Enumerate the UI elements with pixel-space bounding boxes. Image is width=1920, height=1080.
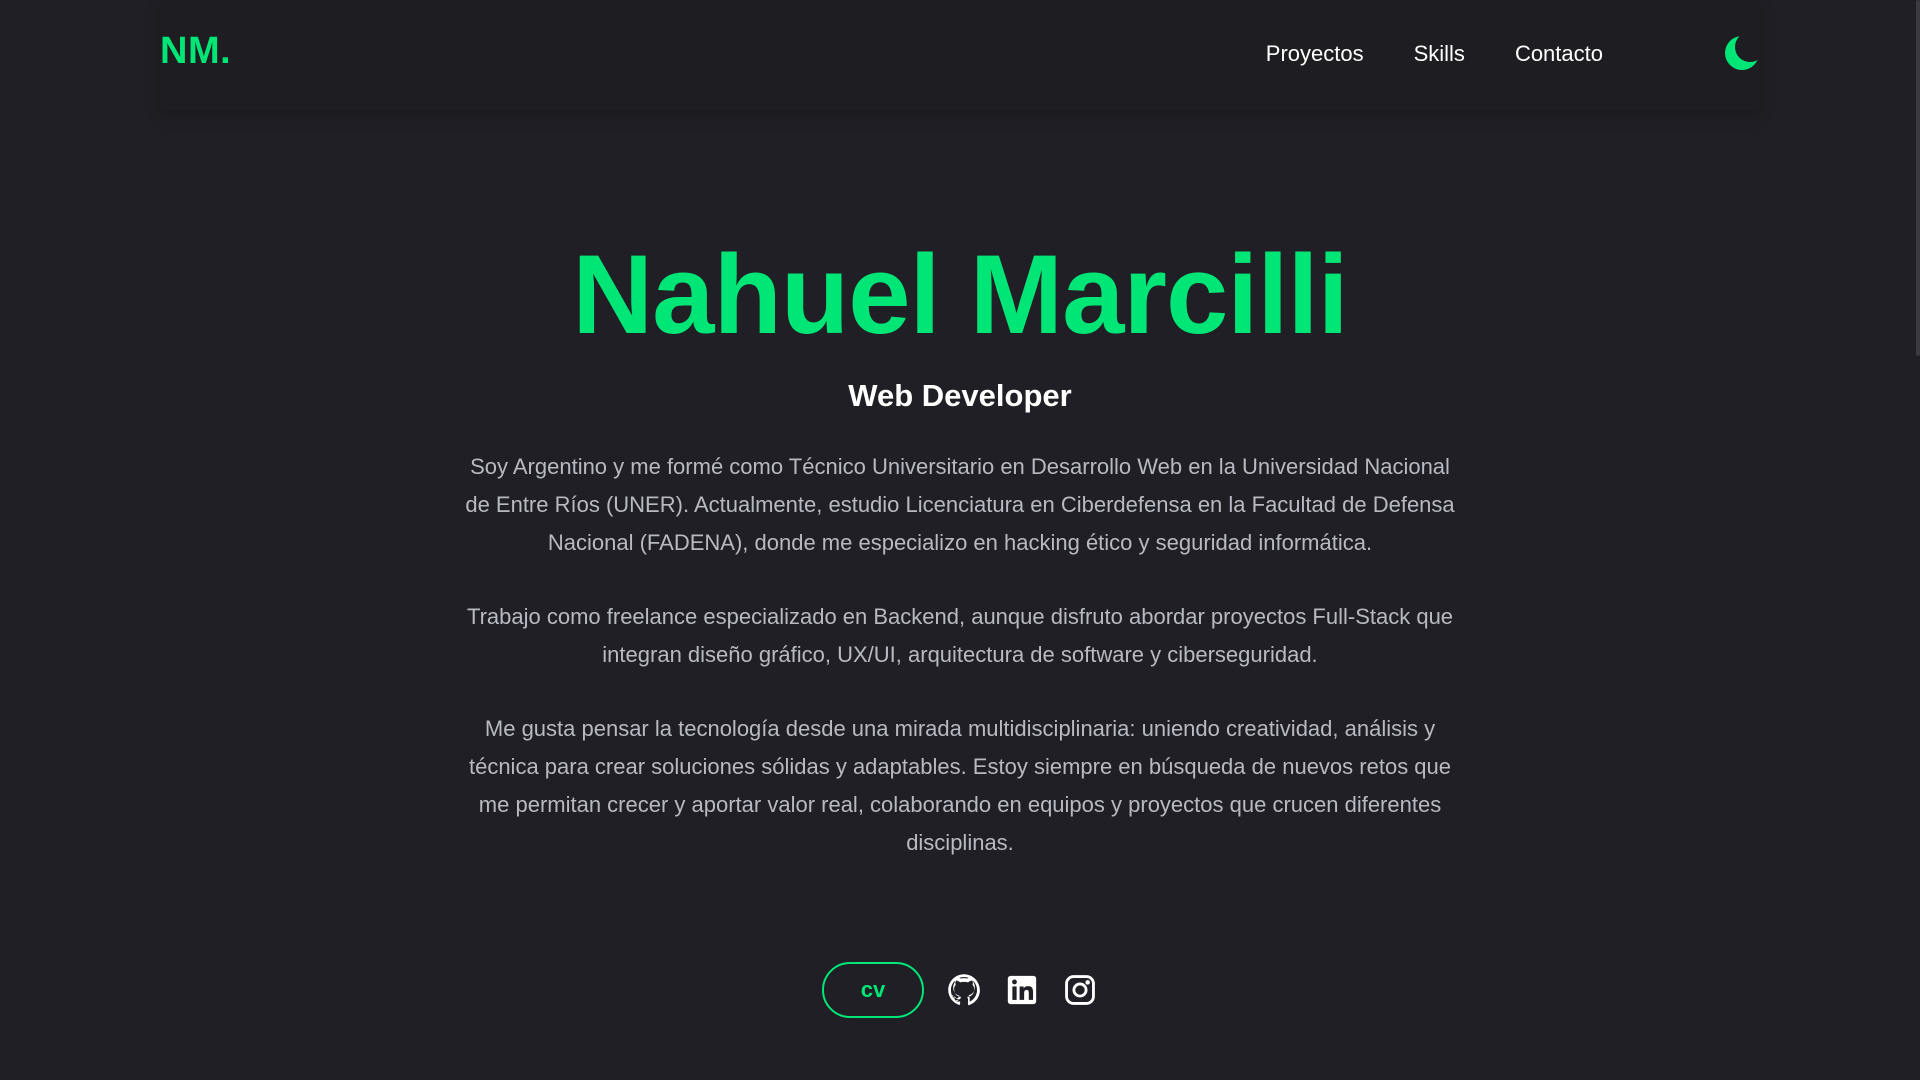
bio-paragraph-1: Soy Argentino y me formé como Técnico Un…: [465, 454, 1455, 555]
github-icon[interactable]: [946, 972, 982, 1008]
nav-skills[interactable]: Skills: [1414, 41, 1465, 67]
moon-icon[interactable]: [1724, 35, 1760, 71]
nav-contacto[interactable]: Contacto: [1515, 41, 1603, 67]
linkedin-icon[interactable]: [1004, 972, 1040, 1008]
hero-actions: cv: [0, 962, 1920, 1018]
instagram-icon[interactable]: [1062, 972, 1098, 1008]
site-header: NM. Proyectos Skills Contacto: [160, 0, 1760, 110]
bio-paragraph-3: Me gusta pensar la tecnología desde una …: [468, 716, 1452, 855]
cv-button[interactable]: cv: [822, 962, 924, 1018]
nav-proyectos[interactable]: Proyectos: [1266, 41, 1364, 67]
scrollbar-thumb[interactable]: [1916, 0, 1920, 356]
hero-name: Nahuel Marcilli: [572, 232, 1348, 357]
main-nav: Proyectos Skills Contacto: [1266, 41, 1603, 67]
hero-role: Web Developer: [848, 378, 1072, 413]
hero-section: Nahuel Marcilli Web Developer Soy Argent…: [0, 230, 1920, 898]
hero-bio: Soy Argentino y me formé como Técnico Un…: [460, 448, 1460, 862]
logo[interactable]: NM.: [160, 30, 231, 73]
page: NM. Proyectos Skills Contacto Nahuel Mar…: [0, 0, 1920, 1080]
scrollbar[interactable]: [1916, 0, 1920, 1080]
bio-paragraph-2: Trabajo como freelance especializado en …: [466, 604, 1454, 667]
